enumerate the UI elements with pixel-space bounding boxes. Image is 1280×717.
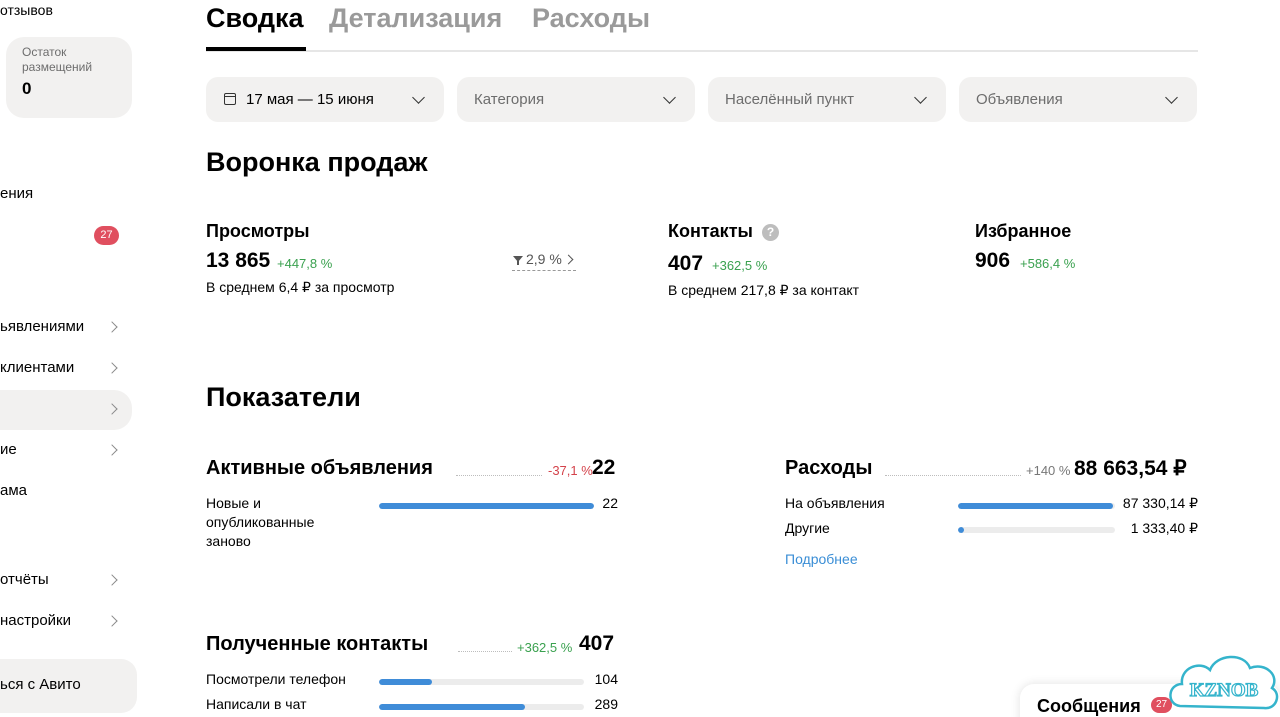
active-ads-title: Активные объявления xyxy=(206,457,433,479)
ads-placeholder: Объявления xyxy=(976,91,1063,108)
chat-messages-label: Написали в чат xyxy=(206,696,307,712)
reviews-text: отзывов xyxy=(0,2,53,18)
phone-views-label: Посмотрели телефон xyxy=(206,671,346,687)
category-select[interactable]: Категория xyxy=(457,77,695,122)
active-tab-indicator xyxy=(206,47,306,51)
locality-placeholder: Населённый пункт xyxy=(725,91,855,108)
expenses-other-value: 1 333,40 ₽ xyxy=(1130,520,1198,536)
expenses-ads-bar xyxy=(958,503,1115,509)
sidebar-item-settings[interactable]: настройки xyxy=(0,612,71,629)
expenses-other-bar xyxy=(958,527,1115,533)
tab-summary[interactable]: Сводка xyxy=(206,3,304,34)
contacts-delta: +362,5 % xyxy=(712,258,768,273)
contact-avito-button[interactable]: ься с Авито xyxy=(0,659,137,713)
calendar-icon xyxy=(224,93,236,105)
chevron-right-icon xyxy=(106,444,118,456)
sidebar-item-clients[interactable]: клиентами xyxy=(0,359,74,376)
conversion-value: 2,9 % xyxy=(526,251,562,267)
dotted-leader xyxy=(456,475,542,476)
received-contacts-title: Полученные контакты xyxy=(206,633,429,655)
active-ads-delta: -37,1 % xyxy=(548,463,593,478)
views-average: В среднем 6,4 ₽ за просмотр xyxy=(206,279,395,295)
chevron-down-icon xyxy=(1165,91,1178,104)
tab-expenses[interactable]: Расходы xyxy=(532,3,650,34)
phone-views-bar xyxy=(379,679,584,685)
tab-details[interactable]: Детализация xyxy=(329,3,502,34)
views-value: 13 865 xyxy=(206,249,271,272)
locality-select[interactable]: Населённый пункт xyxy=(708,77,946,122)
expenses-title: Расходы xyxy=(785,457,873,479)
date-range-select[interactable]: 17 мая — 15 июня xyxy=(206,77,444,122)
expenses-more-link[interactable]: Подробнее xyxy=(785,551,858,567)
chevron-right-icon xyxy=(106,362,118,374)
indicators-title: Показатели xyxy=(206,382,361,412)
chevron-right-icon xyxy=(106,321,118,333)
new-ads-label: Новые и опубликованные заново xyxy=(206,495,315,549)
balance-value: 0 xyxy=(22,79,32,98)
chevron-down-icon xyxy=(663,91,676,104)
conversion-link[interactable]: 2,9 % xyxy=(512,251,576,271)
balance-card: Остаток размещений 0 xyxy=(6,37,132,118)
sidebar-item-misc[interactable]: ие xyxy=(0,441,17,458)
watermark-logo: KZNOB xyxy=(1169,655,1279,710)
chevron-right-icon xyxy=(106,615,118,627)
date-range-value: 17 мая — 15 июня xyxy=(246,91,374,108)
chevron-right-icon xyxy=(106,574,118,586)
active-ads-value: 22 xyxy=(592,456,616,479)
chevron-down-icon xyxy=(412,91,425,104)
chevron-down-icon xyxy=(914,91,927,104)
help-icon[interactable]: ? xyxy=(762,224,779,241)
favorites-delta: +586,4 % xyxy=(1020,256,1076,271)
balance-label: Остаток размещений xyxy=(22,45,93,74)
received-contacts-delta: +362,5 % xyxy=(517,640,573,655)
chevron-right-icon xyxy=(563,254,574,265)
sidebar-item-advertising[interactable]: ама xyxy=(0,482,27,499)
new-ads-value: 22 xyxy=(602,495,618,511)
expenses-ads-label: На объявления xyxy=(785,495,885,511)
sidebar-item-reports[interactable]: отчёты xyxy=(0,571,49,588)
expenses-delta: +140 % xyxy=(1026,463,1071,478)
expenses-other-label: Другие xyxy=(785,520,830,536)
expenses-ads-value: 87 330,14 ₽ xyxy=(1122,495,1198,511)
watermark-text: KZNOB xyxy=(1190,680,1259,701)
sidebar-badge: 27 xyxy=(94,226,119,245)
chat-messages-bar xyxy=(379,704,584,710)
category-placeholder: Категория xyxy=(474,91,545,108)
views-delta: +447,8 % xyxy=(277,256,333,271)
ads-select[interactable]: Объявления xyxy=(959,77,1197,122)
funnel-title: Воронка продаж xyxy=(206,147,428,177)
favorites-label: Избранное xyxy=(975,221,1072,241)
views-label: Просмотры xyxy=(206,221,310,241)
contacts-label: Контакты xyxy=(668,221,753,241)
dotted-leader xyxy=(458,651,512,652)
contacts-average: В среднем 217,8 ₽ за контакт xyxy=(668,282,860,298)
chat-messages-value: 289 xyxy=(594,696,618,712)
sidebar-item-ads[interactable]: ьявлениями xyxy=(0,318,84,335)
messages-label: Сообщения xyxy=(1037,696,1141,716)
favorites-value: 906 xyxy=(975,249,1011,272)
received-contacts-value: 407 xyxy=(579,632,615,655)
expenses-value: 88 663,54 ₽ xyxy=(1074,457,1187,480)
tab-bar: Сводка Детализация Расходы xyxy=(206,0,1198,52)
contacts-value: 407 xyxy=(668,252,704,275)
sidebar-item-notifications[interactable]: ения xyxy=(0,185,33,202)
dotted-leader xyxy=(885,475,1021,476)
phone-views-value: 104 xyxy=(594,671,618,687)
